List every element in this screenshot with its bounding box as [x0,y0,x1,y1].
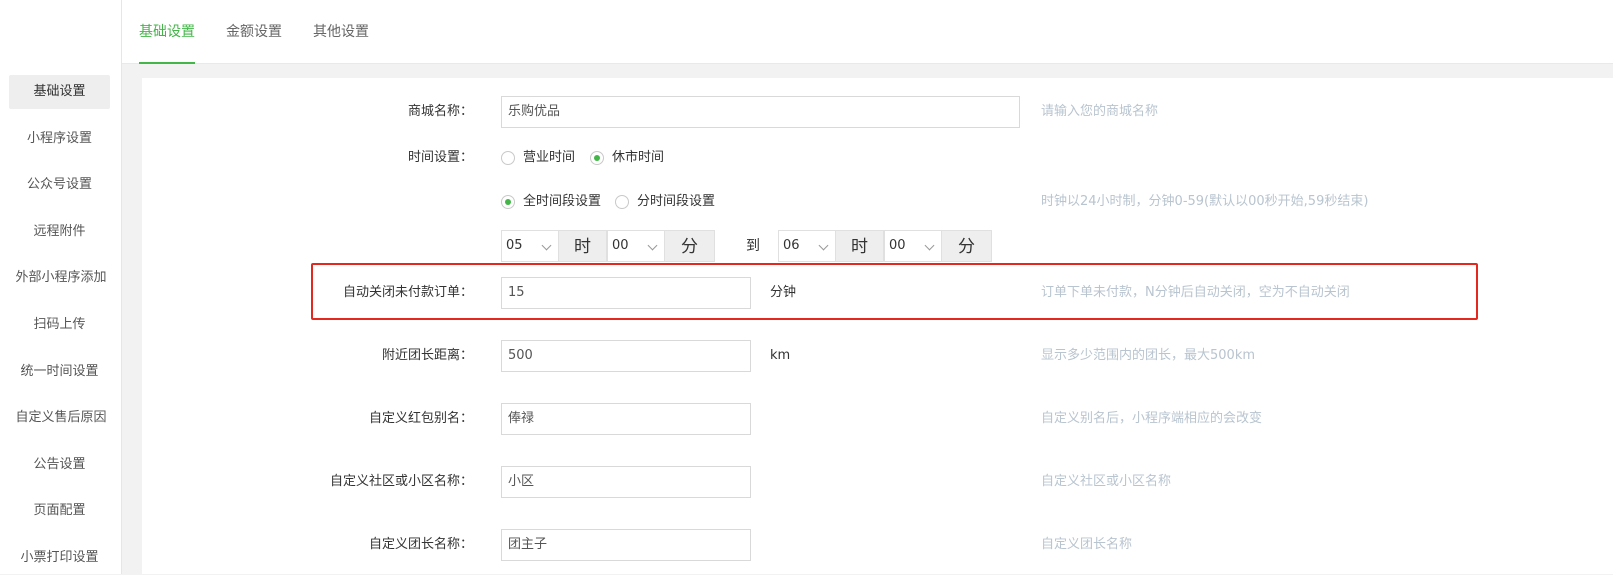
tab-bar: 基础设置 金额设置 其他设置 [122,0,1613,64]
sidebar-item-basic-settings[interactable]: 基础设置 [9,75,110,109]
minute-addon: 分 [665,230,715,262]
end-minute-select[interactable]: 00 [884,230,942,262]
nearby-distance-unit: km [770,348,791,363]
radio-circle-checked [501,195,515,209]
chevron-down-icon [541,240,552,251]
community-name-label: 自定义社区或小区名称 [330,466,473,498]
hour-addon: 时 [836,230,884,262]
settings-form: 商城名称 乐购优品 请输入您的商城名称 时间设置 营业时间 休市时间 全时间段设… [142,78,1613,574]
nearby-distance-label: 附近团长距离 [382,340,473,372]
radio-closed-hours[interactable]: 休市时间 [590,148,664,168]
sidebar-item-announcement[interactable]: 公告设置 [9,448,110,482]
sidebar-item-remote-attachment[interactable]: 远程附件 [9,215,110,249]
radio-business-hours-label: 营业时间 [523,150,576,165]
sidebar-item-scan-upload[interactable]: 扫码上传 [9,308,110,342]
sidebar: 基础设置 小程序设置 公众号设置 远程附件 外部小程序添加 扫码上传 统一时间设… [0,0,122,574]
redpacket-alias-label: 自定义红包别名 [369,403,473,435]
sidebar-item-external-miniprogram[interactable]: 外部小程序添加 [0,261,122,295]
start-minute-value: 00 [612,238,629,253]
redpacket-alias-hint: 自定义别名后，小程序端相应的会改变 [1041,411,1263,426]
sidebar-item-page-config[interactable]: 页面配置 [9,494,110,528]
leader-name-input[interactable]: 团主子 [501,529,751,561]
radio-circle-checked [590,151,604,165]
shop-name-input[interactable]: 乐购优品 [501,96,1020,128]
auto-close-label: 自动关闭未付款订单 [343,277,473,309]
start-hour-select[interactable]: 05 [501,230,559,262]
radio-all-periods-label: 全时间段设置 [523,194,602,209]
end-minute-value: 00 [889,238,906,253]
community-name-input[interactable]: 小区 [501,466,751,498]
sidebar-item-unified-time[interactable]: 统一时间设置 [9,355,110,389]
range-to-label: 到 [746,238,760,254]
radio-circle [615,195,629,209]
radio-split-periods[interactable]: 分时间段设置 [615,192,715,212]
auto-close-hint: 订单下单未付款，N分钟后自动关闭，空为不自动关闭 [1041,285,1350,300]
nearby-distance-input[interactable]: 500 [501,340,751,372]
tab-basic-settings[interactable]: 基础设置 [139,0,195,64]
sidebar-item-miniprogram-settings[interactable]: 小程序设置 [9,122,110,156]
chevron-down-icon [924,240,935,251]
start-minute-select[interactable]: 00 [607,230,665,262]
radio-all-periods[interactable]: 全时间段设置 [501,192,601,212]
redpacket-alias-input[interactable]: 俸禄 [501,403,751,435]
leader-name-label: 自定义团长名称 [369,529,473,561]
nearby-distance-hint: 显示多少范围内的团长，最大500km [1041,348,1256,363]
tab-amount-settings[interactable]: 金额设置 [226,0,282,64]
auto-close-unit: 分钟 [770,285,797,300]
minute-addon: 分 [942,230,992,262]
time-setting-label: 时间设置 [408,142,473,174]
chevron-down-icon [818,240,829,251]
end-hour-select[interactable]: 06 [778,230,836,262]
time-setting-hint: 时钟以24小时制，分钟0-59(默认以00秒开始,59秒结束) [1041,194,1369,209]
end-hour-value: 06 [783,238,800,253]
radio-circle [501,151,515,165]
auto-close-minutes-input[interactable]: 15 [501,277,751,309]
start-hour-value: 05 [506,238,523,253]
hour-addon: 时 [559,230,607,262]
shop-name-hint: 请输入您的商城名称 [1041,104,1159,119]
radio-business-hours[interactable]: 营业时间 [501,148,575,168]
tab-other-settings[interactable]: 其他设置 [313,0,369,64]
community-name-hint: 自定义社区或小区名称 [1041,474,1172,489]
chevron-down-icon [647,240,658,251]
sidebar-item-official-account-settings[interactable]: 公众号设置 [9,168,110,202]
leader-name-hint: 自定义团长名称 [1041,537,1133,552]
shop-name-label: 商城名称 [408,96,473,128]
sidebar-item-receipt-print[interactable]: 小票打印设置 [9,541,110,575]
sidebar-item-aftersale-reasons[interactable]: 自定义售后原因 [0,401,122,435]
radio-split-periods-label: 分时间段设置 [637,194,716,209]
radio-closed-hours-label: 休市时间 [612,150,665,165]
